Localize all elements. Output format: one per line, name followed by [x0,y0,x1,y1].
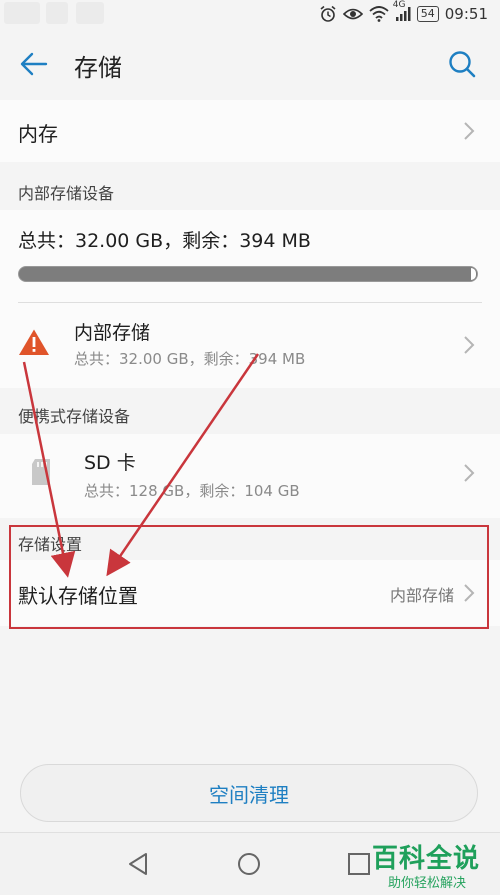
storage-progress-bar [18,266,478,282]
app-bar: 存储 [0,28,500,98]
circle-home-icon [238,853,260,875]
sd-card-icon [32,459,50,485]
device-name: SD 卡 [84,452,136,474]
nav-back-button[interactable] [124,849,154,879]
search-icon [449,51,476,78]
chevron-right-icon [464,122,475,140]
square-recents-icon [348,853,370,875]
storage-free-portion [471,268,476,280]
back-arrow-icon [20,52,48,76]
internal-storage-item[interactable]: 内部存储 总共：32.00 GB，剩余：394 MB [0,306,500,386]
alarm-icon [319,5,337,23]
device-detail: 总共：32.00 GB，剩余：394 MB [74,350,306,368]
internal-storage-header: 内部存储设备 [0,162,500,210]
warning-icon [19,329,49,355]
device-detail: 总共：128 GB，剩余：104 GB [84,482,300,500]
internal-storage-block: 总共：32.00 GB，剩余：394 MB 内部存储 总共：32.00 GB，剩… [0,210,500,388]
status-bar: 4G 54 09:51 [0,0,500,28]
memory-label: 内存 [18,122,58,146]
chevron-right-icon [464,336,475,354]
watermark-subtitle: 助你轻松解决 [388,876,467,891]
memory-row[interactable]: 内存 [0,100,500,162]
watermark-title: 百科全说 [372,844,481,874]
device-name: 内部存储 [74,322,151,344]
blurred-area [76,2,104,24]
network-type: 4G [392,0,406,10]
clock: 09:51 [444,5,488,23]
triangle-back-icon [129,853,147,875]
divider [18,302,482,303]
blurred-area [46,2,68,24]
watermark: 百科全说 助你轻松解决 [372,838,492,891]
search-button[interactable] [442,44,482,84]
status-icons: 4G 54 09:51 [319,0,488,24]
page-title: 存储 [74,54,122,82]
back-button[interactable] [14,44,54,84]
nav-home-button[interactable] [234,849,264,879]
space-clean-button[interactable]: 空间清理 [20,764,478,822]
chevron-right-icon [464,464,475,482]
nav-recents-button[interactable] [344,849,374,879]
blurred-area [4,2,40,24]
wifi-icon [369,6,389,22]
eye-icon [342,7,363,21]
section-header: 便携式存储设备 [18,407,131,426]
battery-icon: 54 [416,6,439,22]
annotation-highlight-box [9,525,489,629]
portable-storage-header: 便携式存储设备 [0,388,500,434]
storage-summary: 总共：32.00 GB，剩余：394 MB [18,230,311,252]
cellular-signal-icon: 4G [393,0,411,22]
section-header: 内部存储设备 [18,184,115,203]
sd-card-item[interactable]: SD 卡 总共：128 GB，剩余：104 GB [0,434,500,518]
